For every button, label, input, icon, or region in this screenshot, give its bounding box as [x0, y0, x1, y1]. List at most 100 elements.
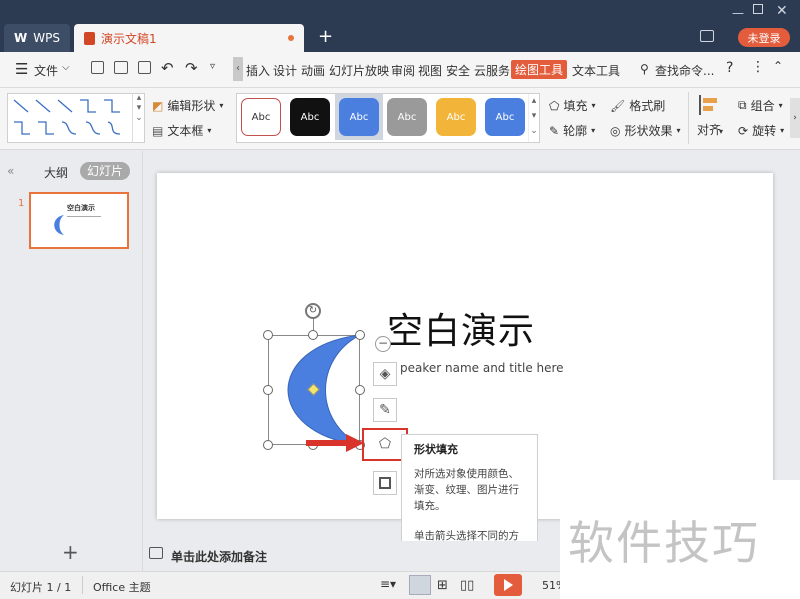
- thumbnail-title: 空白演示: [67, 204, 95, 212]
- menu-insert[interactable]: 插入: [246, 62, 270, 79]
- normal-view-icon[interactable]: [409, 575, 431, 595]
- file-menu-chevron-icon[interactable]: ⌵: [62, 62, 70, 73]
- rotate-button[interactable]: ⟳ 旋转 ▾: [738, 122, 784, 139]
- file-menu[interactable]: 文件: [34, 62, 58, 79]
- collapse-ribbon-icon[interactable]: ⌃: [773, 59, 783, 73]
- style-preset-5[interactable]: Abc: [436, 98, 476, 136]
- outline-button[interactable]: ✎ 轮廓 ▾: [549, 122, 595, 139]
- rotate-label: 旋转: [752, 124, 777, 138]
- menu-design[interactable]: 设计: [273, 62, 297, 79]
- layers-button[interactable]: ◈: [373, 362, 397, 386]
- style-preset-2[interactable]: Abc: [290, 98, 330, 136]
- minimize-button[interactable]: —: [732, 6, 744, 20]
- menu-hamburger-icon[interactable]: ☰: [15, 60, 28, 78]
- dropdown-arrow-icon: ▾: [207, 126, 212, 135]
- menu-slideshow[interactable]: 幻灯片放映: [329, 62, 389, 79]
- maximize-button[interactable]: [753, 4, 763, 14]
- dropdown-arrow-icon: ▾: [778, 101, 783, 110]
- play-slideshow-button[interactable]: [494, 574, 522, 596]
- slide-subtitle[interactable]: peaker name and title here: [400, 361, 564, 375]
- edit-shape-label: 编辑形状: [167, 99, 216, 113]
- device-icon[interactable]: [700, 30, 714, 42]
- scroll-left-icon[interactable]: ‹: [233, 57, 243, 81]
- style-preset-6[interactable]: Abc: [485, 98, 525, 136]
- search-icon[interactable]: ⚲: [640, 62, 649, 76]
- wps-tab-label: WPS: [33, 31, 60, 45]
- align-label: 对齐: [696, 123, 721, 137]
- resize-handle-bl[interactable]: [263, 440, 273, 450]
- format-painter-label: 格式刷: [629, 99, 666, 113]
- line-shape-gallery[interactable]: [7, 93, 145, 143]
- close-button[interactable]: ✕: [776, 3, 788, 19]
- fill-button[interactable]: ⬠ 填充 ▾: [549, 97, 595, 114]
- thumbnail-subtitle-line: [67, 216, 101, 217]
- notes-icon[interactable]: [149, 547, 163, 559]
- reading-view-icon[interactable]: ▯▯: [460, 578, 474, 593]
- layers-icon: ◈: [379, 366, 391, 382]
- presentation-file-icon: [84, 31, 95, 45]
- collapse-panel-icon[interactable]: «: [7, 164, 14, 178]
- fill-label: 填充: [563, 99, 588, 113]
- rotate-handle-icon[interactable]: ↻: [305, 303, 321, 319]
- menu-text-tools[interactable]: 文本工具: [572, 62, 620, 79]
- dropdown-arrow-icon: ▾: [219, 101, 224, 110]
- notes-placeholder[interactable]: 单击此处添加备注: [171, 548, 267, 565]
- shape-effect-button[interactable]: ◎ 形状效果 ▾: [610, 122, 681, 139]
- print-icon[interactable]: [114, 61, 128, 74]
- shape-outline-button[interactable]: [373, 471, 397, 495]
- line-shapes-icon: [13, 99, 121, 135]
- edit-shape-icon: ◩: [152, 98, 164, 113]
- textbox-button[interactable]: ▤ 文本框 ▾: [152, 122, 211, 139]
- menu-animation[interactable]: 动画: [301, 62, 325, 79]
- help-icon[interactable]: ?: [726, 60, 733, 76]
- more-options-icon[interactable]: ⋮: [751, 59, 765, 75]
- menu-review[interactable]: 审阅: [391, 62, 415, 79]
- wps-logo-icon: W: [14, 31, 28, 45]
- quick-access-more-icon[interactable]: ▿: [210, 61, 215, 72]
- style-preset-3[interactable]: Abc: [339, 98, 379, 136]
- align-dropdown-icon[interactable]: ▾: [719, 127, 723, 136]
- login-button[interactable]: 未登录: [738, 28, 790, 47]
- resize-handle-tr[interactable]: [355, 330, 365, 340]
- style-gallery-scroll-icon[interactable]: ▴ ▾ ⌄: [528, 94, 539, 142]
- menu-security[interactable]: 安全: [446, 62, 470, 79]
- slide-info: 幻灯片 1 / 1: [10, 581, 72, 594]
- new-tab-button[interactable]: +: [318, 27, 333, 47]
- undo-icon[interactable]: ↶: [161, 59, 174, 77]
- red-arrow-icon: [306, 434, 364, 452]
- redo-icon[interactable]: ↷: [185, 59, 198, 77]
- outline-icon: ✎: [549, 123, 560, 138]
- add-slide-button[interactable]: +: [62, 540, 79, 564]
- wps-home-tab[interactable]: W WPS: [4, 24, 70, 52]
- resize-handle-tl[interactable]: [263, 330, 273, 340]
- tooltip-title: 形状填充: [414, 443, 458, 456]
- ribbon-scroll-right-icon[interactable]: ›: [790, 98, 800, 138]
- format-painter-button[interactable]: 🖌 格式刷: [610, 97, 665, 114]
- save-icon[interactable]: [91, 61, 104, 74]
- document-tab[interactable]: 演示文稿1: [74, 24, 304, 52]
- outline-tab[interactable]: 大纲: [44, 164, 68, 181]
- style-preset-4[interactable]: Abc: [387, 98, 427, 136]
- resize-handle-r[interactable]: [355, 385, 365, 395]
- menu-drawing-tools[interactable]: 绘图工具: [511, 60, 568, 79]
- menu-cloud[interactable]: 云服务: [474, 62, 510, 79]
- slides-tab[interactable]: 幻灯片: [80, 162, 130, 180]
- slide-sorter-icon[interactable]: ⊞: [437, 578, 448, 593]
- slide-thumbnail[interactable]: 空白演示: [29, 192, 129, 249]
- menu-view[interactable]: 视图: [418, 62, 442, 79]
- style-preset-1[interactable]: Abc: [241, 98, 281, 136]
- frame-icon: [379, 477, 391, 489]
- edit-shape-button[interactable]: ◩ 编辑形状 ▾: [152, 97, 223, 114]
- collapse-toolbar-icon[interactable]: −: [375, 336, 391, 352]
- outline-pen-button[interactable]: ✎: [373, 398, 397, 422]
- watermark-text: 软件技巧: [568, 516, 760, 570]
- gallery-scroll-icon[interactable]: ▴ ▾ ⌄: [132, 93, 145, 143]
- slide-title[interactable]: 空白演示: [387, 302, 535, 354]
- search-command[interactable]: 查找命令...: [655, 62, 714, 79]
- resize-handle-t[interactable]: [308, 330, 318, 340]
- resize-handle-l[interactable]: [263, 385, 273, 395]
- notes-toggle-icon[interactable]: ≡▾: [380, 577, 396, 591]
- align-icon: [699, 95, 719, 115]
- group-button[interactable]: ⧉ 组合 ▾: [738, 97, 783, 114]
- print-preview-icon[interactable]: [138, 61, 151, 74]
